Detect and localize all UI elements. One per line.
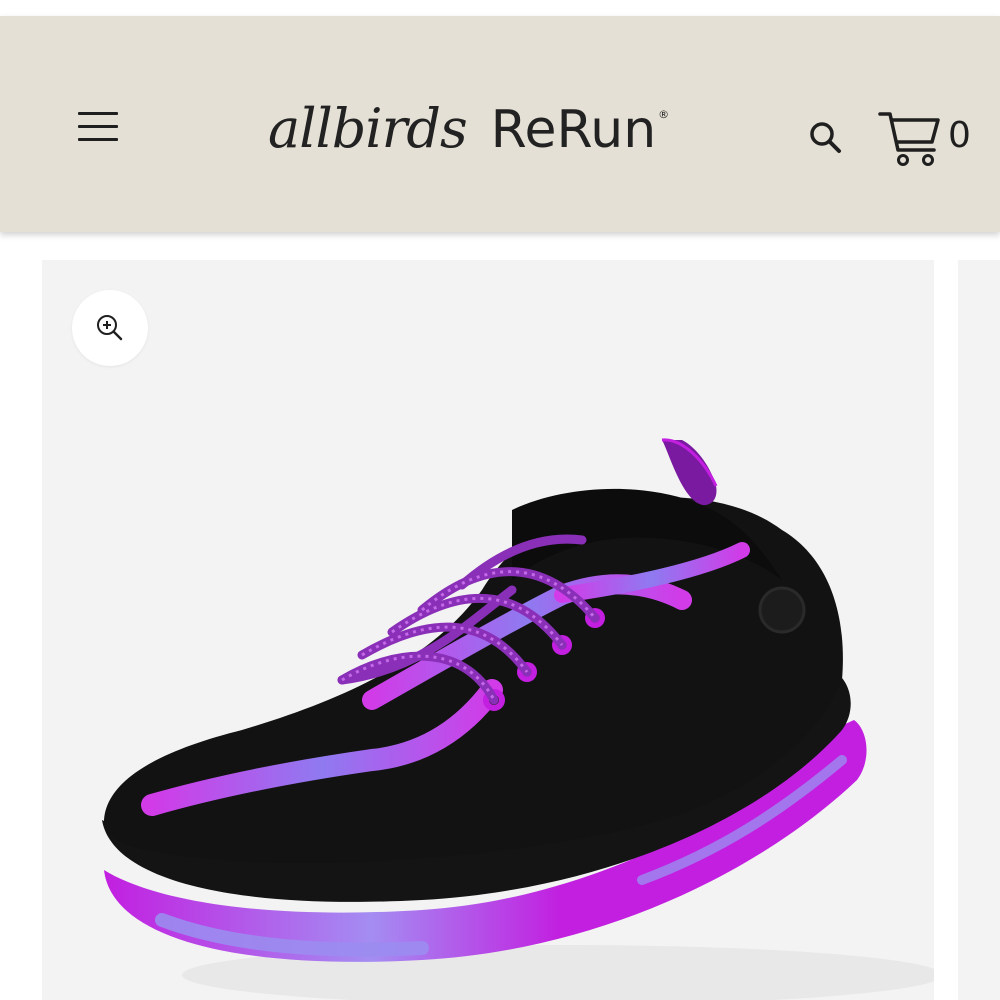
product-shoe-image xyxy=(102,438,934,1000)
cart-icon xyxy=(878,112,940,166)
status-strip xyxy=(0,0,1000,16)
brand-script: allbirds xyxy=(268,97,468,160)
cart-count: 0 xyxy=(948,115,971,156)
brand-name: ReRun xyxy=(490,100,657,160)
cart-button[interactable]: 0 xyxy=(876,110,976,170)
search-icon[interactable] xyxy=(806,118,846,158)
product-image-next[interactable] xyxy=(958,260,1000,1000)
registered-mark: ® xyxy=(658,108,670,121)
page: allbirds ReRun ® 0 xyxy=(0,0,1000,1000)
site-header: allbirds ReRun ® 0 xyxy=(0,16,1000,232)
brand-logo[interactable]: allbirds ReRun ® xyxy=(268,102,669,182)
hamburger-menu-icon[interactable] xyxy=(74,104,122,148)
product-image-main[interactable] xyxy=(42,260,934,1000)
